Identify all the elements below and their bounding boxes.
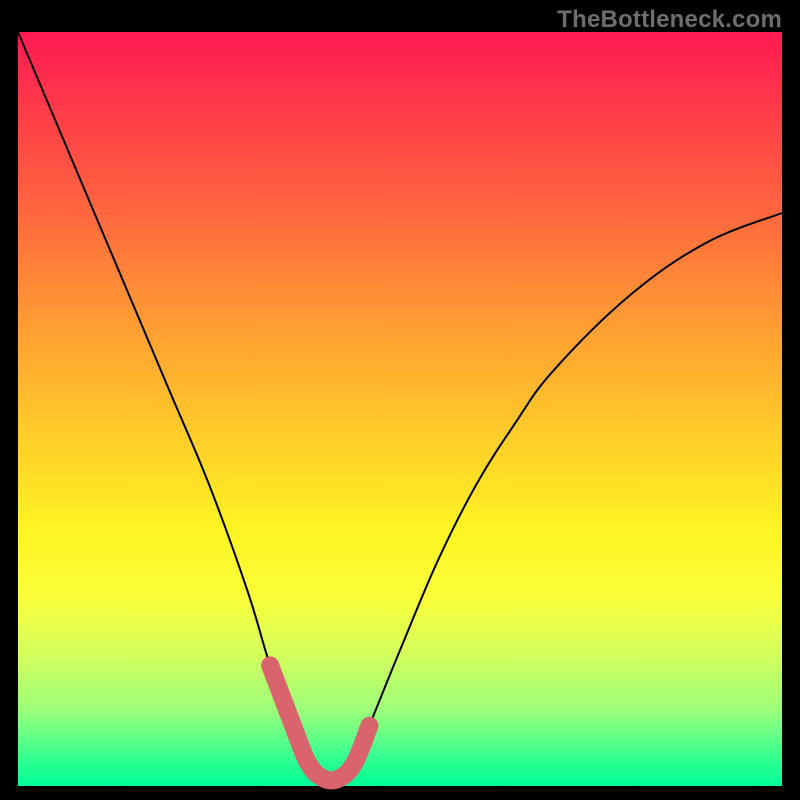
watermark-text: TheBottleneck.com — [557, 6, 782, 34]
bottleneck-curve — [18, 32, 782, 781]
curve-svg — [18, 32, 782, 786]
chart-frame: TheBottleneck.com — [0, 0, 800, 800]
plot-area — [18, 32, 782, 786]
bottleneck-highlight — [270, 665, 369, 780]
